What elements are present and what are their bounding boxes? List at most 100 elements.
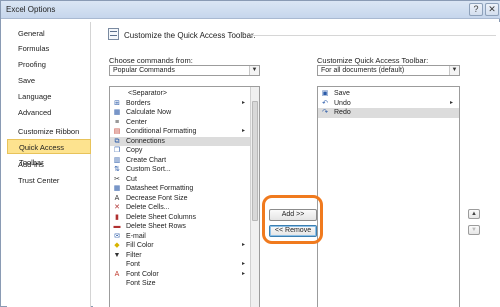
quick-access-toolbar-icon	[108, 28, 119, 40]
list-item-label: Delete Cells...	[126, 204, 170, 211]
list-item-label: Delete Sheet Columns	[126, 213, 197, 221]
excel-options-dialog: Excel Options ? ✕ General Formulas Proof…	[0, 0, 500, 307]
list-item-center[interactable]: ≡ Center	[110, 118, 251, 128]
choose-commands-label: Choose commands from:	[109, 56, 193, 65]
scrollbar-thumb[interactable]	[252, 101, 258, 221]
commands-listbox[interactable]: <Separator> ⊞ Borders ▸ ▦ Calculate Now …	[109, 86, 260, 307]
highlight-annotation	[262, 195, 323, 244]
toolbar-listbox[interactable]: ▣ Save ↶ Undo ▸ ↷ Redo	[317, 86, 460, 307]
list-item-label: Datasheet Formatting	[126, 185, 194, 192]
list-item-conditional-formatting[interactable]: ▤ Conditional Formatting ▸	[110, 127, 251, 137]
list-item-font-color[interactable]: A Font Color ▸	[110, 270, 251, 280]
email-icon: ✉	[114, 232, 120, 240]
sort-icon: ⇅	[114, 166, 120, 173]
list-item-copy[interactable]: ❐ Copy	[110, 146, 251, 156]
delete-cells-icon: ✕	[114, 204, 120, 211]
list-item-decrease-font-size[interactable]: A Decrease Font Size	[110, 194, 251, 204]
decrease-font-icon: A	[114, 194, 120, 202]
submenu-arrow-icon: ▸	[241, 270, 245, 277]
list-item-cut[interactable]: ✂ Cut	[110, 175, 251, 185]
submenu-arrow-icon: ▸	[241, 261, 245, 267]
list-item-create-chart[interactable]: ▥ Create Chart	[110, 156, 251, 166]
sidebar-item-add-ins[interactable]: Add-Ins	[7, 157, 91, 172]
list-item-label: Center	[126, 118, 148, 126]
list-item-label: Font Size	[126, 280, 156, 287]
help-button[interactable]: ?	[469, 3, 483, 16]
sidebar-item-trust-center[interactable]: Trust Center	[7, 173, 91, 188]
list-item-label: Copy	[126, 147, 143, 154]
list-item-separator[interactable]: <Separator>	[110, 89, 251, 99]
list-item-label: Font Color	[126, 270, 159, 278]
list-item-label: Fill Color	[126, 242, 154, 249]
list-item-label: Connections	[126, 137, 165, 145]
list-item-calculate-now[interactable]: ▦ Calculate Now	[110, 108, 251, 118]
font-size-icon	[113, 280, 121, 287]
chevron-down-icon[interactable]: ▼	[249, 66, 259, 75]
list-item-font-size[interactable]: Font Size	[110, 279, 251, 289]
sidebar-item-language[interactable]: Language	[7, 89, 91, 104]
filter-icon: ▼	[113, 251, 121, 259]
datasheet-icon: ▦	[113, 185, 121, 192]
list-item-label: Font	[126, 261, 141, 268]
choose-commands-dropdown[interactable]: Popular Commands ▼	[109, 65, 260, 76]
list-item-fill-color[interactable]: ◆ Fill Color ▸	[110, 241, 251, 251]
fill-color-icon: ◆	[114, 242, 120, 249]
list-item-label: Delete Sheet Rows	[126, 223, 186, 230]
qat-item-save[interactable]: ▣ Save	[318, 89, 459, 99]
list-item-email[interactable]: ✉ E-mail	[110, 232, 251, 242]
list-item-label: Calculate Now	[126, 109, 172, 116]
title-bar: Excel Options ? ✕	[1, 1, 500, 19]
font-icon	[113, 261, 121, 268]
font-color-icon: A	[114, 270, 120, 278]
list-item-datasheet-formatting[interactable]: ▦ Datasheet Formatting	[110, 184, 251, 194]
cut-icon: ✂	[114, 175, 120, 183]
delete-columns-icon: ▮	[115, 213, 119, 221]
list-item-label: E-mail	[126, 232, 146, 240]
close-button[interactable]: ✕	[485, 3, 499, 16]
sidebar-item-formulas[interactable]: Formulas	[7, 41, 91, 56]
sidebar-item-general[interactable]: General	[7, 26, 91, 41]
connections-icon: ⧉	[114, 137, 120, 145]
commands-scrollbar[interactable]	[250, 87, 259, 307]
list-item-filter[interactable]: ▼ Filter	[110, 251, 251, 261]
list-item-label: Filter	[126, 251, 142, 259]
choose-commands-value: Popular Commands	[113, 67, 175, 74]
sidebar-item-customize-ribbon[interactable]: Customize Ribbon	[7, 124, 91, 139]
customize-qat-label: Customize Quick Access Toolbar:	[317, 56, 429, 65]
sidebar-item-save[interactable]: Save	[7, 73, 91, 88]
list-item-delete-sheet-rows[interactable]: ▬ Delete Sheet Rows	[110, 222, 251, 232]
calculate-icon: ▦	[113, 109, 121, 116]
list-item-delete-sheet-columns[interactable]: ▮ Delete Sheet Columns	[110, 213, 251, 223]
qat-item-undo[interactable]: ↶ Undo ▸	[318, 99, 459, 109]
submenu-arrow-icon: ▸	[241, 242, 245, 248]
move-up-button[interactable]: ▲	[468, 209, 480, 219]
move-down-button[interactable]: ▼	[468, 225, 480, 235]
list-item-connections[interactable]: ⧉ Connections	[110, 136, 251, 146]
list-item-font[interactable]: Font ▸	[110, 260, 251, 270]
submenu-arrow-icon: ▸	[241, 128, 245, 134]
customize-qat-dropdown[interactable]: For all documents (default) ▼	[317, 65, 460, 76]
chevron-down-icon[interactable]: ▼	[449, 66, 459, 75]
list-item-borders[interactable]: ⊞ Borders ▸	[110, 99, 251, 109]
window-title: Excel Options	[6, 5, 56, 14]
list-item-delete-cells[interactable]: ✕ Delete Cells...	[110, 203, 251, 213]
list-item-label: Create Chart	[126, 156, 167, 164]
sidebar-item-proofing[interactable]: Proofing	[7, 57, 91, 72]
list-item-label: Custom Sort...	[126, 166, 171, 173]
submenu-arrow-icon: ▸	[449, 99, 453, 106]
list-item-label: Redo	[334, 109, 351, 116]
sidebar-item-quick-access-toolbar[interactable]: Quick Access Toolbar	[7, 139, 91, 167]
conditional-formatting-icon: ▤	[113, 128, 121, 135]
page-title: Customize the Quick Access Toolbar.	[124, 31, 256, 40]
undo-icon: ↶	[322, 99, 328, 107]
options-sidebar: General Formulas Proofing Save Language …	[7, 22, 91, 307]
qat-item-redo[interactable]: ↷ Redo	[318, 108, 459, 118]
delete-rows-icon: ▬	[113, 223, 121, 230]
list-item-label: Borders	[126, 99, 151, 107]
borders-icon: ⊞	[114, 99, 120, 107]
list-item-custom-sort[interactable]: ⇅ Custom Sort...	[110, 165, 251, 175]
list-item-label: Undo	[334, 99, 351, 107]
submenu-arrow-icon: ▸	[241, 99, 245, 106]
sidebar-item-advanced[interactable]: Advanced	[7, 105, 91, 120]
copy-icon: ❐	[113, 147, 121, 154]
